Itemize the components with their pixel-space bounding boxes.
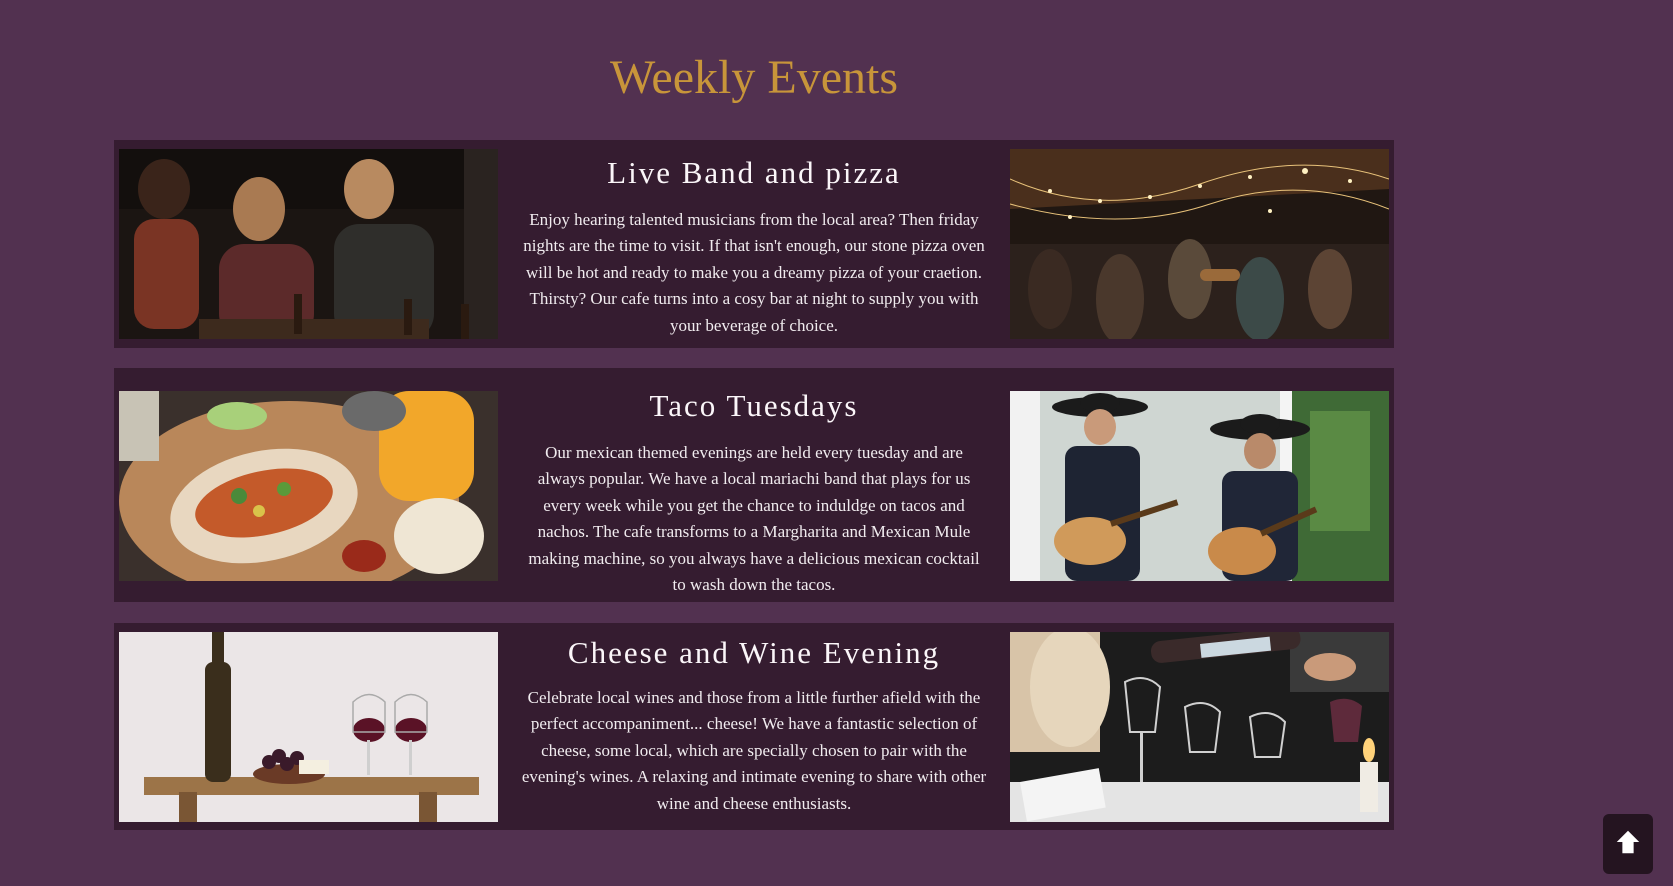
live-band-under-string-lights-photo xyxy=(1010,149,1389,339)
event-card-live-band: Live Band and pizza Enjoy hearing talent… xyxy=(114,140,1394,348)
arrow-up-icon xyxy=(1613,827,1643,862)
event-text-block: Taco Tuesdays Our mexican themed evening… xyxy=(498,388,1010,598)
event-text-block: Cheese and Wine Evening Celebrate local … xyxy=(498,632,1010,817)
event-title: Taco Tuesdays xyxy=(649,388,859,423)
tacos-and-drink-photo xyxy=(119,391,498,581)
pouring-wine-glasses-photo xyxy=(1010,632,1389,822)
event-card-cheese-and-wine: Cheese and Wine Evening Celebrate local … xyxy=(114,623,1394,830)
mariachi-guitarists-photo xyxy=(1010,391,1389,581)
page-title: Weekly Events xyxy=(609,51,899,104)
event-description: Enjoy hearing talented musicians from th… xyxy=(523,210,985,335)
wine-bottle-grapes-cheese-photo xyxy=(119,632,498,822)
event-text-block: Live Band and pizza Enjoy hearing talent… xyxy=(498,149,1010,339)
scroll-to-top-button[interactable] xyxy=(1603,814,1653,874)
friends-eating-pizza-photo xyxy=(119,149,498,339)
event-title: Cheese and Wine Evening xyxy=(567,635,941,670)
event-description: Our mexican themed evenings are held eve… xyxy=(528,443,980,595)
event-description: Celebrate local wines and those from a l… xyxy=(521,688,987,813)
event-title: Live Band and pizza xyxy=(607,155,901,190)
event-card-taco-tuesdays: Taco Tuesdays Our mexican themed evening… xyxy=(114,368,1394,602)
